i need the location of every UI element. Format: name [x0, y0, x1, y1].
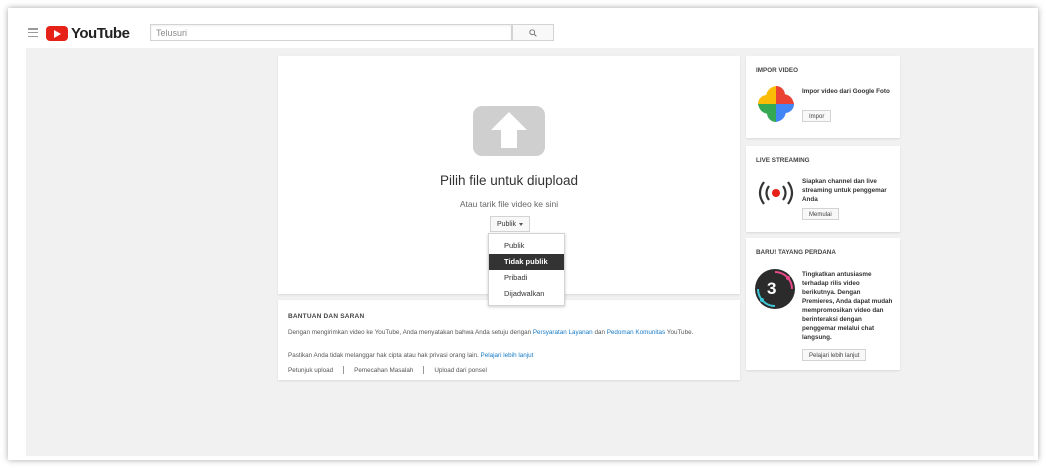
live-title: LIVE STREAMING: [756, 157, 810, 164]
import-text: Impor video dari Google Foto: [802, 88, 890, 95]
import-title: IMPOR VIDEO: [756, 67, 798, 74]
caret-down-icon: [519, 222, 524, 226]
upload-icon[interactable]: [473, 106, 545, 156]
premiere-text: Tingkatkan antusiasme terhadap rilis vid…: [802, 271, 893, 341]
terms-link[interactable]: Persyaratan Layanan: [533, 329, 593, 336]
copyright-text-start: Pastikan Anda tidak melanggar hak cipta …: [288, 352, 481, 359]
premiere-number: 3: [767, 279, 777, 298]
start-live-button[interactable]: Memulai: [802, 208, 839, 220]
privacy-option-tidak-publik[interactable]: Tidak publik: [489, 254, 564, 270]
privacy-option-pribadi[interactable]: Pribadi: [489, 270, 564, 286]
divider: [423, 366, 425, 374]
help-card: BANTUAN DAN SARAN Dengan mengirimkan vid…: [278, 300, 740, 380]
mobile-upload-link[interactable]: Upload dari ponsel: [434, 367, 487, 374]
search-button[interactable]: [512, 24, 554, 41]
help-title: BANTUAN DAN SARAN: [288, 313, 365, 320]
terms-text-mid: dan: [592, 329, 607, 336]
privacy-label: Publik: [496, 221, 517, 228]
google-photos-icon: [756, 84, 796, 129]
upload-card[interactable]: Pilih file untuk diupload Atau tarik fil…: [278, 56, 740, 306]
learn-more-button[interactable]: Pelajari lebih lanjut: [802, 349, 867, 361]
upload-subtitle: Atau tarik file video ke sini: [459, 199, 559, 209]
content-area: Pilih file untuk diupload Atau tarik fil…: [26, 48, 1034, 456]
import-button[interactable]: Impor: [802, 110, 832, 122]
search-icon: [529, 28, 537, 37]
divider: [343, 366, 345, 374]
troubleshooting-link[interactable]: Pemecahan Masalah: [354, 367, 413, 374]
premiere-title: BARU! TAYANG PERDANA: [756, 249, 836, 256]
live-streaming-card: LIVE STREAMING Siapkan channel dan live …: [746, 146, 900, 232]
privacy-option-dijadwalkan[interactable]: Dijadwalkan: [489, 286, 564, 302]
upload-title: Pilih file untuk diupload: [439, 173, 579, 188]
privacy-dropdown-button[interactable]: Publik: [490, 216, 530, 232]
learn-more-link[interactable]: Pelajari lebih lanjut: [481, 352, 534, 359]
premiere-icon: 3: [754, 268, 796, 315]
privacy-menu: Publik Tidak publik Pribadi Dijadwalkan: [488, 233, 565, 306]
top-bar: YouTube Telusuri: [8, 8, 1038, 46]
import-video-card: IMPOR VIDEO Impor video dari Google Foto…: [746, 56, 900, 138]
menu-icon[interactable]: [28, 28, 38, 38]
terms-text-start: Dengan mengirimkan video ke YouTube, And…: [288, 329, 533, 336]
youtube-play-icon: [46, 25, 68, 41]
privacy-option-publik[interactable]: Publik: [489, 238, 564, 254]
browser-frame: YouTube Telusuri Pilih file untuk diuplo…: [8, 8, 1038, 460]
guidelines-link[interactable]: Pedoman Komunitas: [607, 329, 665, 336]
logo-text: YouTube: [71, 24, 130, 42]
terms-text-end: YouTube.: [665, 329, 694, 336]
help-links: Petunjuk upload Pemecahan Masalah Upload…: [288, 366, 487, 374]
youtube-logo[interactable]: YouTube: [46, 24, 130, 42]
copyright-text: Pastikan Anda tidak melanggar hak cipta …: [288, 352, 533, 359]
terms-text: Dengan mengirimkan video ke YouTube, And…: [288, 328, 738, 338]
live-text: Siapkan channel dan live streaming untuk…: [802, 178, 887, 203]
premiere-card: BARU! TAYANG PERDANA 3 Tingkatkan antusi…: [746, 238, 900, 370]
upload-instructions-link[interactable]: Petunjuk upload: [288, 367, 333, 374]
live-broadcast-icon: [756, 178, 796, 213]
search-input[interactable]: Telusuri: [150, 24, 512, 41]
